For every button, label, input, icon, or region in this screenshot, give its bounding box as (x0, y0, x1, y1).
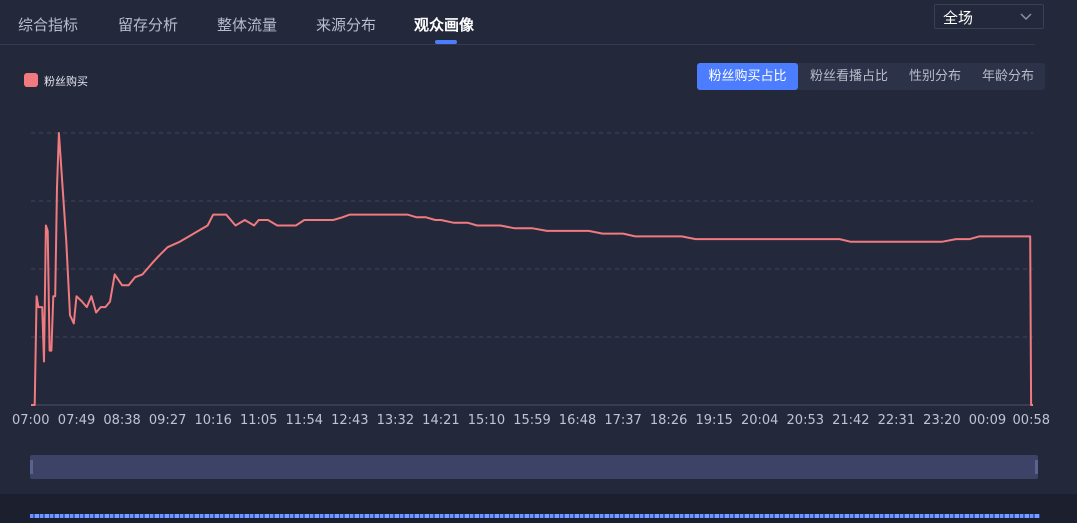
segment-fan-purchase-ratio[interactable]: 粉丝购买占比 (697, 63, 798, 90)
x-tick-label: 18:26 (650, 413, 687, 428)
legend-swatch (24, 73, 38, 87)
timeline-strip (30, 514, 1040, 518)
segment-gender[interactable]: 性别分布 (900, 63, 970, 90)
x-tick-label: 17:37 (604, 413, 641, 428)
zoom-handle-right[interactable] (1035, 460, 1038, 474)
x-tick-label: 22:31 (878, 413, 915, 428)
x-tick-label: 10:16 (194, 413, 231, 428)
data-zoom-slider[interactable] (30, 455, 1038, 479)
segment-fan-view-ratio[interactable]: 粉丝看播占比 (801, 63, 897, 90)
x-tick-label: 00:09 (969, 413, 1006, 428)
segment-age[interactable]: 年龄分布 (973, 63, 1043, 90)
x-tick-label: 14:21 (422, 413, 459, 428)
scope-select[interactable]: 全场 (934, 4, 1044, 29)
x-tick-label: 08:38 (103, 413, 140, 428)
x-tick-label: 11:54 (286, 413, 323, 428)
x-tick-label: 11:05 (240, 413, 277, 428)
x-tick-label: 16:48 (559, 413, 596, 428)
bottom-panel (0, 494, 1077, 523)
tab-audience[interactable]: 观众画像 (414, 14, 474, 35)
x-tick-label: 19:15 (695, 413, 732, 428)
legend-label: 粉丝购买 (44, 75, 88, 88)
active-tab-indicator (435, 40, 457, 44)
x-tick-label: 21:42 (832, 413, 869, 428)
x-tick-label: 07:49 (58, 413, 95, 428)
x-tick-label: 12:43 (331, 413, 368, 428)
x-tick-label: 15:59 (513, 413, 550, 428)
tab-source[interactable]: 来源分布 (316, 14, 376, 35)
x-tick-label: 20:04 (741, 413, 778, 428)
chevron-down-icon (1020, 13, 1032, 21)
x-tick-label: 07:00 (12, 413, 49, 428)
zoom-handle-left[interactable] (30, 460, 33, 474)
x-tick-label: 09:27 (149, 413, 186, 428)
line-chart: 07:00 07:49 08:38 09:27 10:16 11:05 11:54 12:43… (12, 132, 1050, 428)
scope-select-value: 全场 (943, 9, 974, 27)
x-tick-label: 23:20 (923, 413, 960, 428)
x-tick-label: 13:32 (377, 413, 414, 428)
tab-traffic[interactable]: 整体流量 (217, 14, 277, 35)
x-tick-label: 15:10 (468, 413, 505, 428)
x-tick-label: 00:58 (1013, 413, 1050, 428)
x-tick-label: 20:53 (787, 413, 824, 428)
view-tabs: 综合指标 留存分析 整体流量 来源分布 观众画像 (0, 0, 1035, 45)
metric-segment-control: 粉丝购买占比 粉丝看播占比 性别分布 年龄分布 (697, 63, 1045, 90)
tab-retention[interactable]: 留存分析 (118, 14, 178, 35)
tab-overview[interactable]: 综合指标 (18, 14, 78, 35)
